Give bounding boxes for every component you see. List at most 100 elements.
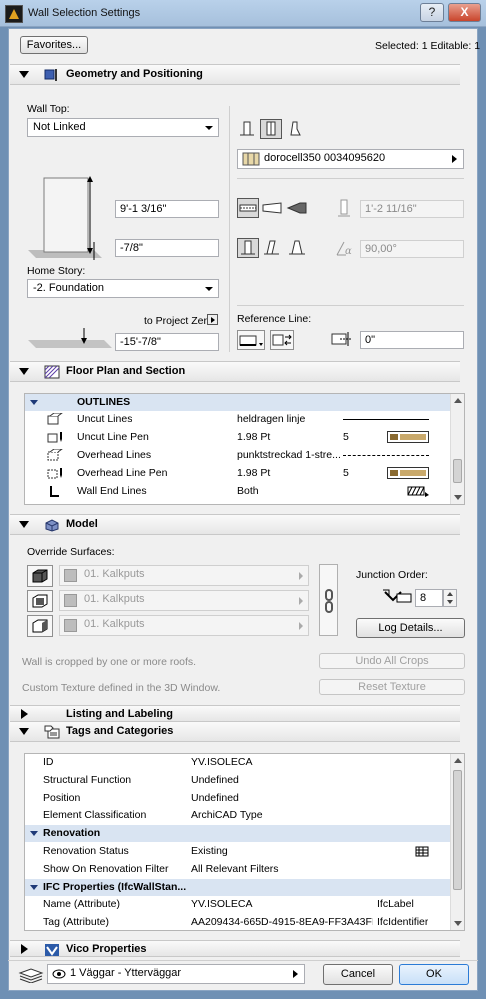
wall-shape-upright-button[interactable]: [237, 238, 259, 258]
flip-reference-button[interactable]: [270, 330, 294, 350]
composite-structure-icon: [242, 152, 260, 166]
wall-top-label: Wall Top:: [27, 103, 70, 115]
surface-material-dropdown[interactable]: 01. Kalkputs: [59, 590, 309, 611]
surface-outside-icon: [31, 568, 49, 587]
list-item[interactable]: Overhead Line Pen 1.98 Pt 5: [25, 465, 464, 482]
section-geometry[interactable]: Geometry and Positioning: [10, 64, 460, 85]
composite-dropdown[interactable]: dorocell350 0034095620: [237, 149, 464, 169]
tags-scrollbar[interactable]: [450, 754, 464, 930]
wall-shape-double-slanted-button[interactable]: [286, 239, 308, 257]
scroll-down-icon[interactable]: [454, 495, 462, 500]
geometry-method-trapezoid-button[interactable]: [261, 199, 283, 217]
row-name: Name (Attribute): [43, 898, 121, 911]
close-button[interactable]: X: [448, 3, 481, 22]
material-swatch: [64, 619, 77, 632]
wall-thickness-field[interactable]: 1'-2 11/16": [360, 200, 464, 218]
list-item[interactable]: Tag (Attribute) AA209434-665D-4915-8EA9-F…: [25, 914, 464, 931]
list-item[interactable]: Overhead Lines punktstreckad 1-stre...: [25, 447, 464, 464]
list-item[interactable]: Structural Function Undefined: [25, 772, 464, 789]
list-item[interactable]: Name (Attribute) YV.ISOLECA IfcLabel: [25, 896, 464, 913]
reference-line-location-button[interactable]: [237, 330, 265, 350]
row-name: Renovation Status: [43, 845, 129, 857]
list-item[interactable]: Renovation Status Existing: [25, 843, 464, 860]
junction-order-icon: [383, 589, 412, 603]
tags-list[interactable]: ID YV.ISOLECA Structural Function Undefined…: [24, 753, 465, 931]
row-name: Overhead Line Pen: [77, 467, 168, 479]
section-tags[interactable]: Tags and Categories: [10, 721, 460, 742]
base-offset-field[interactable]: -7/8": [115, 239, 219, 257]
profile-wall-icon: [290, 121, 301, 136]
project-zero-field[interactable]: -15'-7/8": [115, 333, 219, 351]
slanted-wall-icon: [264, 240, 279, 255]
wall-shape-slanted-button[interactable]: [261, 239, 283, 257]
list-group[interactable]: IFC Properties (IfcWallStan...: [25, 878, 464, 896]
home-story-dropdown[interactable]: -2. Foundation: [27, 279, 219, 298]
geometry-method-polygon-button[interactable]: [286, 199, 308, 217]
pen-color-swatch[interactable]: [387, 431, 429, 443]
wall-end-lines-icon: [47, 485, 63, 503]
stepper-down-icon[interactable]: [447, 600, 453, 604]
expand-triangle-icon: [30, 400, 38, 405]
undo-all-crops-button[interactable]: Undo All Crops: [319, 653, 465, 669]
home-story-label: Home Story:: [27, 265, 86, 277]
floor-plan-list[interactable]: OUTLINES Uncut Lines heldragen linje Uncut…: [24, 393, 465, 505]
wall-top-value: Not Linked: [33, 121, 86, 133]
surface-override-toggle[interactable]: [27, 590, 53, 612]
log-details-button[interactable]: Log Details...: [356, 618, 465, 638]
layer-dropdown[interactable]: 1 Väggar - Ytterväggar: [47, 964, 305, 984]
surface-override-toggle[interactable]: [27, 615, 53, 637]
junction-order-field[interactable]: 8: [415, 589, 443, 607]
reference-offset-field[interactable]: 0": [360, 331, 464, 349]
wall-type-profile-button[interactable]: [285, 120, 307, 138]
section-listing[interactable]: Listing and Labeling: [10, 705, 460, 722]
angle-field[interactable]: 90,00°: [360, 240, 464, 258]
ok-button[interactable]: OK: [399, 964, 469, 985]
cancel-button[interactable]: Cancel: [323, 964, 393, 985]
scroll-up-icon[interactable]: [454, 758, 462, 763]
layer-value: 1 Väggar - Ytterväggar: [70, 967, 182, 979]
list-item[interactable]: Uncut Lines heldragen linje: [25, 411, 464, 428]
geometry-divider: [229, 106, 230, 352]
wall-height-field[interactable]: 9'-1 3/16": [115, 200, 219, 218]
surface-material-dropdown[interactable]: 01. Kalkputs: [59, 565, 309, 586]
list-item[interactable]: Element Classification ArchiCAD Type: [25, 807, 464, 824]
section-floor-plan[interactable]: Floor Plan and Section: [10, 361, 460, 382]
row-value: Existing: [191, 845, 228, 857]
junction-order-stepper[interactable]: [443, 589, 457, 607]
scroll-thumb[interactable]: [453, 459, 462, 483]
row-type: IfcLabel: [377, 898, 414, 911]
surface-edge-icon: [31, 593, 49, 612]
list-item[interactable]: Wall End Lines Both: [25, 483, 464, 500]
surface-material-dropdown[interactable]: 01. Kalkputs: [59, 615, 309, 636]
wall-end-lines-preview-icon[interactable]: [407, 486, 429, 503]
help-button[interactable]: ?: [420, 3, 444, 22]
favorites-button[interactable]: Favorites...: [20, 36, 88, 54]
pen-color-swatch[interactable]: [387, 467, 429, 479]
row-value: Undefined: [191, 791, 239, 804]
list-item[interactable]: Position Undefined: [25, 790, 464, 807]
scroll-up-icon[interactable]: [454, 398, 462, 403]
trapezoid-geometry-icon: [262, 202, 282, 214]
wall-type-composite-button[interactable]: [260, 119, 282, 139]
list-group[interactable]: Renovation: [25, 825, 464, 843]
floor-plan-scrollbar[interactable]: [450, 394, 464, 504]
list-group-outlines[interactable]: OUTLINES: [25, 394, 464, 411]
model-icon: [45, 519, 59, 532]
scroll-down-icon[interactable]: [454, 921, 462, 926]
section-model[interactable]: Model: [10, 514, 460, 535]
list-item[interactable]: ID YV.ISOLECA: [25, 754, 464, 771]
list-item[interactable]: Uncut Line Pen 1.98 Pt 5: [25, 429, 464, 446]
surface-override-toggle[interactable]: [27, 565, 53, 587]
list-item[interactable]: Show On Renovation Filter All Relevant Fi…: [25, 861, 464, 878]
reset-texture-button[interactable]: Reset Texture: [319, 679, 465, 695]
wall-top-dropdown[interactable]: Not Linked: [27, 118, 219, 137]
stepper-up-icon[interactable]: [447, 592, 453, 596]
geometry-method-straight-button[interactable]: [237, 198, 259, 218]
row-value: AA209434-665D-4915-8EA9-FF3A43FB...: [191, 916, 373, 929]
section-vico[interactable]: Vico Properties: [10, 940, 460, 957]
wall-type-straight-button[interactable]: [237, 120, 259, 138]
chain-link-button[interactable]: [319, 564, 338, 636]
scroll-thumb[interactable]: [453, 770, 462, 890]
project-zero-toggle-button[interactable]: [207, 314, 218, 325]
row-name: Renovation: [43, 827, 101, 840]
